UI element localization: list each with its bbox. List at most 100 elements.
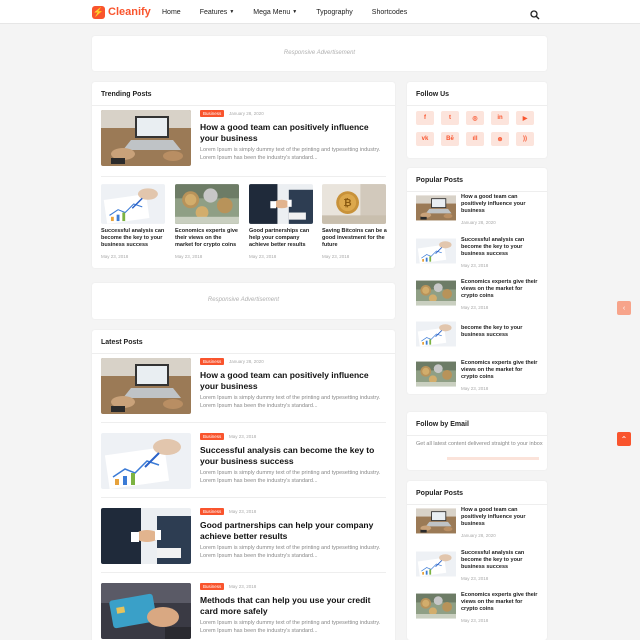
post-title[interactable]: Successful analysis can become the key t… (200, 445, 385, 466)
trending-item-title[interactable]: Good partnerships can help your company … (249, 228, 315, 249)
popular-post-title[interactable]: Economics experts give their views on th… (461, 592, 539, 613)
widget-title: Popular Posts (416, 177, 464, 184)
popular-thumbnail[interactable] (416, 507, 456, 535)
nav-home-label: Home (162, 8, 181, 16)
lightning-icon: ⚡ (92, 5, 105, 19)
popular-posts-widget: Popular Posts How a good team can positi… (407, 481, 547, 640)
popular-post-title[interactable]: How a good team can positively influence… (461, 507, 539, 528)
widget-title: Follow Us (416, 91, 450, 98)
post-title[interactable]: How a good team can positively influence… (200, 370, 385, 391)
category-badge[interactable]: Business (200, 508, 225, 515)
nav-mega-menu[interactable]: Mega Menu ▼ (253, 9, 297, 16)
popular-post-title[interactable]: Successful analysis can become the key t… (461, 550, 539, 571)
post-date: May 23, 2018 (461, 263, 489, 268)
trending-thumbnail[interactable] (249, 184, 313, 224)
divider (92, 105, 395, 106)
divider (407, 105, 547, 106)
trending-item-title[interactable]: Successful analysis can become the key t… (101, 228, 167, 249)
popular-thumbnail[interactable] (416, 237, 456, 265)
popular-thumbnail[interactable] (416, 592, 456, 620)
trending-thumbnail[interactable] (175, 184, 239, 224)
post-date: May 23, 2018 (175, 254, 203, 259)
post-title[interactable]: Good partnerships can help your company … (200, 520, 385, 541)
chevron-down-icon: ▼ (229, 9, 235, 15)
vk-icon[interactable]: vk (416, 132, 434, 146)
section-title: Trending Posts (101, 91, 152, 98)
popular-post-title[interactable]: Successful analysis can become the key t… (461, 237, 539, 258)
divider (407, 191, 547, 192)
post-thumbnail[interactable] (101, 358, 191, 414)
featured-post-title[interactable]: How a good team can positively influence… (200, 122, 385, 143)
widget-title: Follow by Email (416, 421, 469, 428)
linkedin-icon[interactable]: in (491, 111, 509, 125)
divider (101, 572, 386, 573)
popular-post-title[interactable]: Economics experts give their views on th… (461, 279, 539, 300)
site-name: Cleanify (108, 6, 151, 18)
twitter-icon[interactable]: t (441, 111, 459, 125)
post-date: May 23, 2018 (249, 254, 277, 259)
category-badge[interactable]: Business (200, 358, 225, 365)
nav-mega-menu-label: Mega Menu (253, 8, 291, 16)
share-toggle-button[interactable]: ‹ (617, 301, 631, 315)
widget-title: Popular Posts (416, 490, 464, 497)
post-thumbnail[interactable] (101, 508, 191, 564)
popular-thumbnail[interactable] (416, 194, 456, 222)
trending-posts-section: Trending Posts Business January 28, 2020… (92, 82, 395, 268)
soundcloud-icon[interactable]: ıll (466, 132, 484, 146)
nav-features[interactable]: Features ▼ (200, 9, 235, 16)
nav-shortcodes-label: Shortcodes (371, 8, 408, 16)
divider (407, 504, 547, 505)
nav-home[interactable]: Home (162, 9, 181, 16)
trending-thumbnail[interactable] (101, 184, 165, 224)
post-date: May 23, 2018 (461, 386, 489, 391)
category-badge[interactable]: Business (200, 583, 225, 590)
trending-item-title[interactable]: Saving Bitcoins can be a good investment… (322, 228, 388, 249)
category-badge[interactable]: Business (200, 433, 225, 440)
popular-thumbnail[interactable] (416, 550, 456, 578)
popular-thumbnail[interactable] (416, 279, 456, 307)
post-excerpt: Lorem Ipsum is simply dummy text of the … (200, 395, 381, 409)
rss-icon[interactable]: )) (516, 132, 534, 146)
trending-thumbnail[interactable] (322, 184, 386, 224)
nav-typography-label: Typography (316, 8, 353, 16)
popular-post-title[interactable]: become the key to your business success (461, 325, 539, 339)
post-excerpt: Lorem Ipsum is simply dummy text of the … (200, 620, 381, 634)
category-badge[interactable]: Business (200, 110, 225, 117)
popular-thumbnail[interactable] (416, 360, 456, 388)
ad-label: Responsive Advertisement (207, 297, 280, 303)
trending-item-title[interactable]: Economics experts give their views on th… (175, 228, 241, 249)
nav-features-label: Features (199, 8, 228, 16)
instagram-icon[interactable]: ◎ (466, 111, 484, 125)
search-icon[interactable] (530, 7, 540, 20)
nav-typography[interactable]: Typography (316, 9, 353, 16)
facebook-icon[interactable]: f (416, 111, 434, 125)
featured-thumbnail[interactable] (101, 110, 191, 166)
post-excerpt: Lorem Ipsum is simply dummy text of the … (200, 147, 381, 161)
post-thumbnail[interactable] (101, 433, 191, 489)
section-title: Latest Posts (101, 339, 143, 346)
popular-post-title[interactable]: Economics experts give their views on th… (461, 360, 539, 381)
divider (101, 176, 386, 177)
latest-posts-section: Latest Posts Business January 28, 2020 H… (92, 330, 395, 640)
main-menu: Home Features ▼ Mega Menu ▼ Typography Sho… (162, 0, 426, 24)
chevron-down-icon: ▼ (292, 9, 298, 15)
dribbble-icon[interactable]: ⊛ (491, 132, 509, 146)
popular-post-title[interactable]: How a good team can positively influence… (461, 194, 539, 215)
post-date: May 23, 2018 (229, 509, 257, 514)
behance-icon[interactable]: Bē (441, 132, 459, 146)
post-date: May 23, 2018 (229, 584, 257, 589)
chevron-up-icon: ⌃ (620, 434, 628, 444)
email-input-strip[interactable] (447, 457, 539, 460)
post-date: May 23, 2018 (461, 618, 489, 623)
nav-shortcodes[interactable]: Shortcodes (372, 9, 407, 16)
popular-thumbnail[interactable] (416, 320, 456, 348)
back-to-top-button[interactable]: ⌃ (617, 432, 631, 446)
post-date: January 28, 2020 (461, 220, 496, 225)
post-date: May 23, 2018 (461, 576, 489, 581)
ad-banner-top: Responsive Advertisement (92, 36, 547, 71)
post-date: January 28, 2020 (229, 359, 264, 364)
post-title[interactable]: Methods that can help you use your credi… (200, 595, 385, 616)
youtube-icon[interactable]: ▶ (516, 111, 534, 125)
site-logo[interactable]: ⚡ Cleanify (92, 4, 151, 20)
post-thumbnail[interactable] (101, 583, 191, 639)
